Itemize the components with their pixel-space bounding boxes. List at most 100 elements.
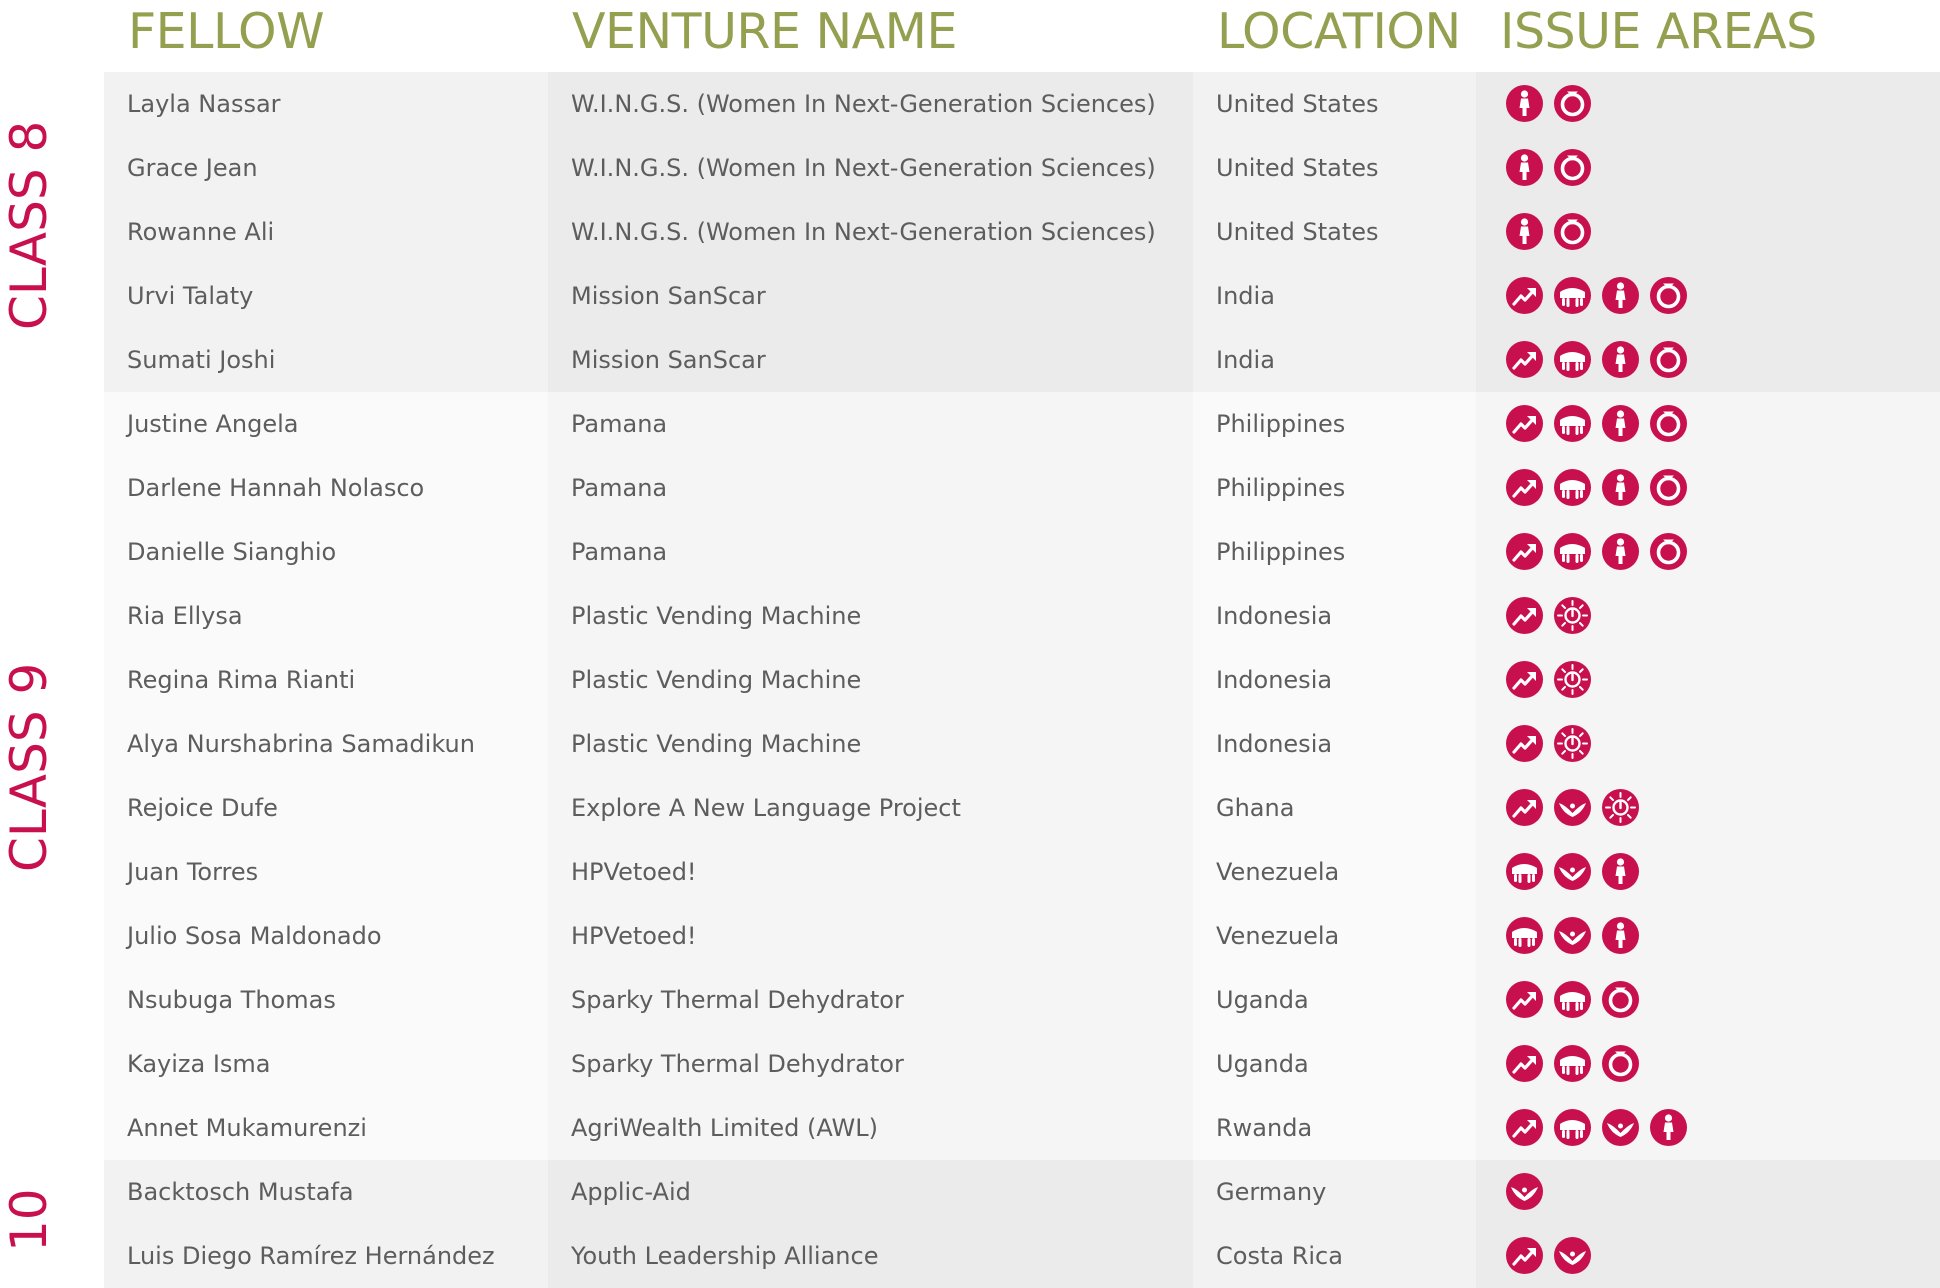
hands-icon bbox=[1506, 916, 1543, 954]
fellow-name: Layla Nassar bbox=[104, 72, 548, 136]
location: Indonesia bbox=[1193, 648, 1476, 712]
wings-icon bbox=[1506, 1172, 1543, 1210]
venture-name: Pamana bbox=[548, 520, 1193, 584]
venture-name: AgriWealth Limited (AWL) bbox=[548, 1096, 1193, 1160]
wings-icon bbox=[1554, 852, 1591, 890]
venture-name: Sparky Thermal Dehydrator bbox=[548, 968, 1193, 1032]
fellow-name: Juan Torres bbox=[104, 840, 548, 904]
growth-icon bbox=[1506, 1236, 1543, 1274]
fellow-name: Urvi Talaty bbox=[104, 264, 548, 328]
hands-icon bbox=[1554, 404, 1591, 442]
location: United States bbox=[1193, 200, 1476, 264]
issue-areas bbox=[1476, 584, 1940, 648]
growth-icon bbox=[1506, 532, 1543, 570]
hands-icon bbox=[1554, 276, 1591, 314]
class-9-label: CLASS 9 bbox=[0, 662, 58, 872]
table-row: Kayiza Isma Sparky Thermal Dehydrator Ugan… bbox=[104, 1032, 1940, 1096]
wings-icon bbox=[1554, 788, 1591, 826]
fellow-name: Annet Mukamurenzi bbox=[104, 1096, 548, 1160]
fellow-name: Alya Nurshabrina Samadikun bbox=[104, 712, 548, 776]
hands-icon bbox=[1554, 1044, 1591, 1082]
table-header: FELLOW VENTURE NAME LOCATION ISSUE AREAS bbox=[0, 0, 1940, 70]
table-row: Backtosch Mustafa Applic-Aid Germany bbox=[104, 1160, 1940, 1224]
location: Indonesia bbox=[1193, 584, 1476, 648]
location: Uganda bbox=[1193, 1032, 1476, 1096]
issue-areas bbox=[1476, 520, 1940, 584]
venture-name: Applic-Aid bbox=[548, 1160, 1193, 1224]
issue-areas bbox=[1476, 1032, 1940, 1096]
fellow-name: Backtosch Mustafa bbox=[104, 1160, 548, 1224]
table-row: Regina Rima Rianti Plastic Vending Machin… bbox=[104, 648, 1940, 712]
location: Germany bbox=[1193, 1160, 1476, 1224]
venture-name: Youth Leadership Alliance bbox=[548, 1224, 1193, 1288]
hands-icon bbox=[1554, 532, 1591, 570]
fellow-name: Grace Jean bbox=[104, 136, 548, 200]
issue-areas bbox=[1476, 1096, 1940, 1160]
growth-icon bbox=[1506, 1108, 1543, 1146]
location: Uganda bbox=[1193, 968, 1476, 1032]
table-row: Nsubuga Thomas Sparky Thermal Dehydrator U… bbox=[104, 968, 1940, 1032]
fellow-name: Luis Diego Ramírez Hernández bbox=[104, 1224, 548, 1288]
venture-name: Plastic Vending Machine bbox=[548, 712, 1193, 776]
woman-icon bbox=[1602, 468, 1639, 506]
fellow-name: Sumati Joshi bbox=[104, 328, 548, 392]
woman-icon bbox=[1602, 916, 1639, 954]
ring-icon bbox=[1650, 276, 1687, 314]
venture-name: W.I.N.G.S. (Women In Next-Generation Sci… bbox=[548, 200, 1193, 264]
issue-areas bbox=[1476, 136, 1940, 200]
header-issue-areas: ISSUE AREAS bbox=[1500, 3, 1817, 60]
fellow-name: Rejoice Dufe bbox=[104, 776, 548, 840]
venture-name: Explore A New Language Project bbox=[548, 776, 1193, 840]
hands-icon bbox=[1554, 980, 1591, 1018]
fellow-name: Ria Ellysa bbox=[104, 584, 548, 648]
issue-areas bbox=[1476, 1224, 1940, 1288]
venture-name: Pamana bbox=[548, 392, 1193, 456]
ring-icon bbox=[1554, 148, 1591, 186]
issue-areas bbox=[1476, 1160, 1940, 1224]
table-row: Annet Mukamurenzi AgriWealth Limited (AWL… bbox=[104, 1096, 1940, 1160]
woman-icon bbox=[1506, 148, 1543, 186]
table-row: Sumati Joshi Mission SanScar India bbox=[104, 328, 1940, 392]
woman-icon bbox=[1602, 276, 1639, 314]
ring-icon bbox=[1650, 404, 1687, 442]
fellow-name: Justine Angela bbox=[104, 392, 548, 456]
ring-icon bbox=[1650, 340, 1687, 378]
ring-icon bbox=[1554, 84, 1591, 122]
woman-icon bbox=[1602, 404, 1639, 442]
issue-areas bbox=[1476, 392, 1940, 456]
issue-areas bbox=[1476, 840, 1940, 904]
location: Venezuela bbox=[1193, 840, 1476, 904]
issue-areas bbox=[1476, 456, 1940, 520]
location: Philippines bbox=[1193, 392, 1476, 456]
woman-icon bbox=[1506, 212, 1543, 250]
table-row: Justine Angela Pamana Philippines bbox=[104, 392, 1940, 456]
header-location: LOCATION bbox=[1217, 3, 1461, 60]
location: Rwanda bbox=[1193, 1096, 1476, 1160]
class-8-label: CLASS 8 bbox=[0, 120, 58, 330]
venture-name: W.I.N.G.S. (Women In Next-Generation Sci… bbox=[548, 72, 1193, 136]
woman-icon bbox=[1602, 852, 1639, 890]
issue-areas bbox=[1476, 200, 1940, 264]
table-row: Urvi Talaty Mission SanScar India bbox=[104, 264, 1940, 328]
table-row: Julio Sosa Maldonado HPVetoed! Venezuela bbox=[104, 904, 1940, 968]
issue-areas bbox=[1476, 712, 1940, 776]
wings-icon bbox=[1602, 1108, 1639, 1146]
fellow-name: Darlene Hannah Nolasco bbox=[104, 456, 548, 520]
location: Venezuela bbox=[1193, 904, 1476, 968]
growth-icon bbox=[1506, 1044, 1543, 1082]
venture-name: HPVetoed! bbox=[548, 904, 1193, 968]
sun-power-icon bbox=[1554, 660, 1591, 698]
table-row: Rejoice Dufe Explore A New Language Proje… bbox=[104, 776, 1940, 840]
venture-name: Sparky Thermal Dehydrator bbox=[548, 1032, 1193, 1096]
ring-icon bbox=[1602, 980, 1639, 1018]
ring-icon bbox=[1602, 1044, 1639, 1082]
issue-areas bbox=[1476, 328, 1940, 392]
table-row: Ria Ellysa Plastic Vending Machine Indones… bbox=[104, 584, 1940, 648]
wings-icon bbox=[1554, 1236, 1591, 1274]
growth-icon bbox=[1506, 788, 1543, 826]
fellow-name: Nsubuga Thomas bbox=[104, 968, 548, 1032]
growth-icon bbox=[1506, 276, 1543, 314]
location: Philippines bbox=[1193, 456, 1476, 520]
sun-power-icon bbox=[1554, 724, 1591, 762]
location: Indonesia bbox=[1193, 712, 1476, 776]
